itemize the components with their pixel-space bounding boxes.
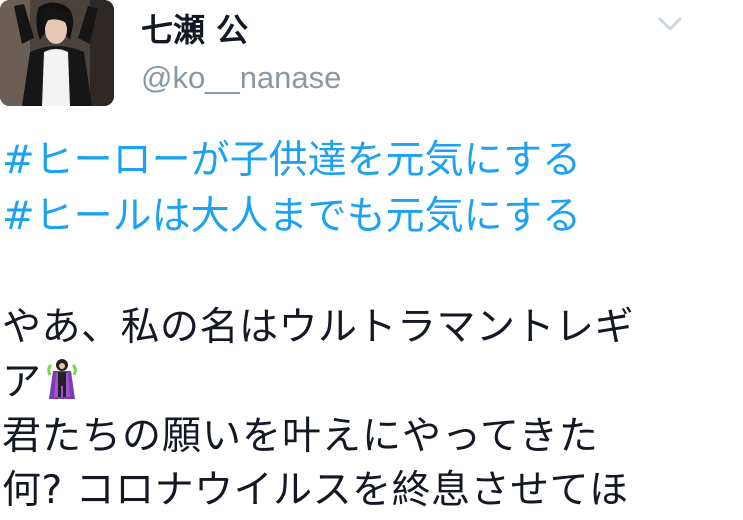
tweet-text-line: 君たちの願いを叶えにやってきた [2,414,599,459]
avatar-photo [0,0,114,106]
display-name[interactable]: 七瀬 公 [141,10,248,50]
avatar[interactable] [0,0,114,106]
user-handle[interactable]: @ko__nanase [141,58,341,98]
tweet-text-line: やあ、私の名はウルトラマントレギ [2,305,635,350]
villain-character-emoji-icon [47,357,77,401]
tweet-text-fragment: ア [2,360,42,405]
tweet-card: 七瀬 公 @ko__nanase #ヒーローが子供達を元気にする #ヒールは大人… [0,0,743,520]
chevron-down-icon[interactable] [655,12,685,36]
hashtag-link[interactable]: #ヒーローが子供達を元気にする [2,137,581,185]
tweet-text-line: ア [2,357,77,407]
hashtag-link[interactable]: #ヒールは大人までも元気にする [2,193,581,241]
tweet-text-line: 何? コロナウイルスを終息させてほ [2,468,629,513]
